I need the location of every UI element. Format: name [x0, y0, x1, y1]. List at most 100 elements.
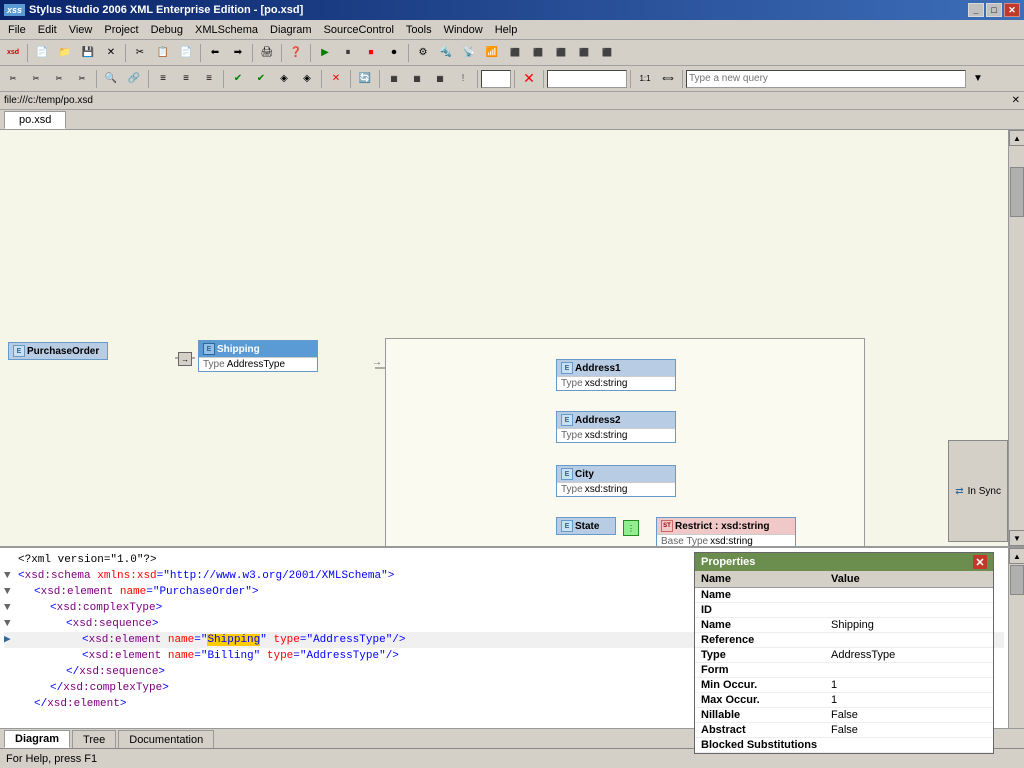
properties-close[interactable]: ✕ [973, 555, 987, 569]
tab-diagram[interactable]: Diagram [4, 730, 70, 748]
tb2-slider[interactable] [547, 70, 627, 88]
tb-undo[interactable]: ⬅ [204, 42, 226, 64]
tb2-close[interactable]: ✕ [325, 68, 347, 90]
tb2-excl[interactable]: ! [452, 68, 474, 90]
menu-help[interactable]: Help [489, 22, 524, 38]
tb2-link[interactable]: 🔗 [123, 68, 145, 90]
tb2-x-red[interactable]: ✕ [518, 68, 540, 90]
tb-more1[interactable]: ⬛ [504, 42, 526, 64]
window-controls[interactable]: _ □ ✕ [968, 3, 1020, 17]
diagram-scroll-down[interactable]: ▼ [1009, 530, 1024, 546]
tb2-btn2[interactable]: ✂ [25, 68, 47, 90]
tb2-grid3[interactable]: ▦ [429, 68, 451, 90]
tb2-diamond1[interactable]: ◈ [273, 68, 295, 90]
tb-signal[interactable]: 📶 [481, 42, 503, 64]
menu-edit[interactable]: Edit [32, 22, 63, 38]
tb-record[interactable]: ⏺ [383, 42, 405, 64]
prop-value [825, 663, 993, 678]
tb-print[interactable]: 🖨 [256, 42, 278, 64]
prop-value: Shipping [825, 618, 993, 633]
tb2-input1[interactable] [481, 70, 511, 88]
tb-new[interactable]: 📄 [31, 42, 53, 64]
tb2-refresh[interactable]: 🔄 [354, 68, 376, 90]
tb-paste[interactable]: 📄 [175, 42, 197, 64]
menu-sourcecontrol[interactable]: SourceControl [318, 22, 400, 38]
tb-close[interactable]: ✕ [100, 42, 122, 64]
tb-stop[interactable]: ⏹ [360, 42, 382, 64]
tab-documentation[interactable]: Documentation [118, 730, 214, 748]
tb-cut[interactable]: ✂ [129, 42, 151, 64]
expand-btn-1[interactable]: → [178, 352, 192, 366]
state-icon: E [561, 520, 573, 532]
tb2-grid2[interactable]: ▦ [406, 68, 428, 90]
sep-1 [27, 44, 28, 62]
tab-tree[interactable]: Tree [72, 730, 116, 748]
gutter-4[interactable]: ▼ [4, 600, 18, 616]
tb-save[interactable]: 💾 [77, 42, 99, 64]
address1-label: Address1 [575, 363, 621, 374]
tb2-list2[interactable]: ≡ [175, 68, 197, 90]
properties-row: AbstractFalse [695, 723, 993, 738]
xml-content-10: </xsd:element> [34, 696, 126, 712]
xml-scroll-up[interactable]: ▲ [1009, 548, 1024, 564]
diagram-scroll-thumb[interactable] [1010, 167, 1024, 217]
tb2-check2[interactable]: ✔ [250, 68, 272, 90]
shipping-icon: E [203, 343, 215, 355]
gutter-2[interactable]: ▼ [4, 568, 18, 584]
tb-help[interactable]: ❓ [285, 42, 307, 64]
tb2-grid1[interactable]: ▦ [383, 68, 405, 90]
tb-redo[interactable]: ➡ [227, 42, 249, 64]
tb-more5[interactable]: ⬛ [596, 42, 618, 64]
doc-tab-po-xsd[interactable]: po.xsd [4, 111, 66, 129]
gutter-5[interactable]: ▼ [4, 616, 18, 632]
close-button[interactable]: ✕ [1004, 3, 1020, 17]
tb-more3[interactable]: ⬛ [550, 42, 572, 64]
gutter-3[interactable]: ▼ [4, 584, 18, 600]
address2-type-row: Type xsd:string [557, 428, 675, 442]
tb-more2[interactable]: ⬛ [527, 42, 549, 64]
menu-debug[interactable]: Debug [145, 22, 189, 38]
properties-table: Name Value NameIDNameShippingReferenceTy… [695, 571, 993, 753]
tb-settings[interactable]: ⚙ [412, 42, 434, 64]
tb2-btn4[interactable]: ✂ [71, 68, 93, 90]
tb-xsd[interactable]: xsd [2, 42, 24, 64]
tb2-check1[interactable]: ✔ [227, 68, 249, 90]
tb-copy[interactable]: 📋 [152, 42, 174, 64]
maximize-button[interactable]: □ [986, 3, 1002, 17]
tb-run[interactable]: ▶ [314, 42, 336, 64]
menu-tools[interactable]: Tools [400, 22, 438, 38]
tb2-find[interactable]: 🔍 [100, 68, 122, 90]
query-input[interactable] [686, 70, 966, 88]
menu-file[interactable]: File [2, 22, 32, 38]
tb-network[interactable]: 📡 [458, 42, 480, 64]
menu-view[interactable]: View [63, 22, 99, 38]
diagram-scroll-up[interactable]: ▲ [1009, 130, 1024, 146]
xml-content-8: </xsd:sequence> [66, 664, 165, 680]
tb2-query-dropdown[interactable]: ▼ [967, 68, 989, 90]
xml-scroll-thumb[interactable] [1010, 565, 1024, 595]
prop-name: Abstract [695, 723, 825, 738]
tb2-list3[interactable]: ≡ [198, 68, 220, 90]
tb-more4[interactable]: ⬛ [573, 42, 595, 64]
path-close[interactable]: ✕ [1012, 95, 1020, 106]
tb2-btn1[interactable]: ✂ [2, 68, 24, 90]
tb-config[interactable]: 🔩 [435, 42, 457, 64]
tb2-num1[interactable]: 1:1 [634, 68, 656, 90]
toolbar-1: xsd 📄 📁 💾 ✕ ✂ 📋 📄 ⬅ ➡ 🖨 ❓ ▶ ⏸ ⏹ ⏺ ⚙ 🔩 📡 … [0, 40, 1024, 66]
gutter-6[interactable]: ▶ [4, 632, 18, 648]
menu-window[interactable]: Window [438, 22, 489, 38]
minimize-button[interactable]: _ [968, 3, 984, 17]
sep-t2-9 [543, 70, 544, 88]
tb2-diamond2[interactable]: ◈ [296, 68, 318, 90]
main-content: E PurchaseOrder → E Shipping Type Addres… [0, 130, 1024, 768]
tb2-list1[interactable]: ≡ [152, 68, 174, 90]
tb2-num2[interactable]: ⟺ [657, 68, 679, 90]
tb-pause[interactable]: ⏸ [337, 42, 359, 64]
tb2-btn3[interactable]: ✂ [48, 68, 70, 90]
menu-diagram[interactable]: Diagram [264, 22, 318, 38]
city-icon: E [561, 468, 573, 480]
menu-project[interactable]: Project [98, 22, 144, 38]
tb-open[interactable]: 📁 [54, 42, 76, 64]
state-label: State [575, 521, 599, 532]
menu-xmlschema[interactable]: XMLSchema [189, 22, 264, 38]
